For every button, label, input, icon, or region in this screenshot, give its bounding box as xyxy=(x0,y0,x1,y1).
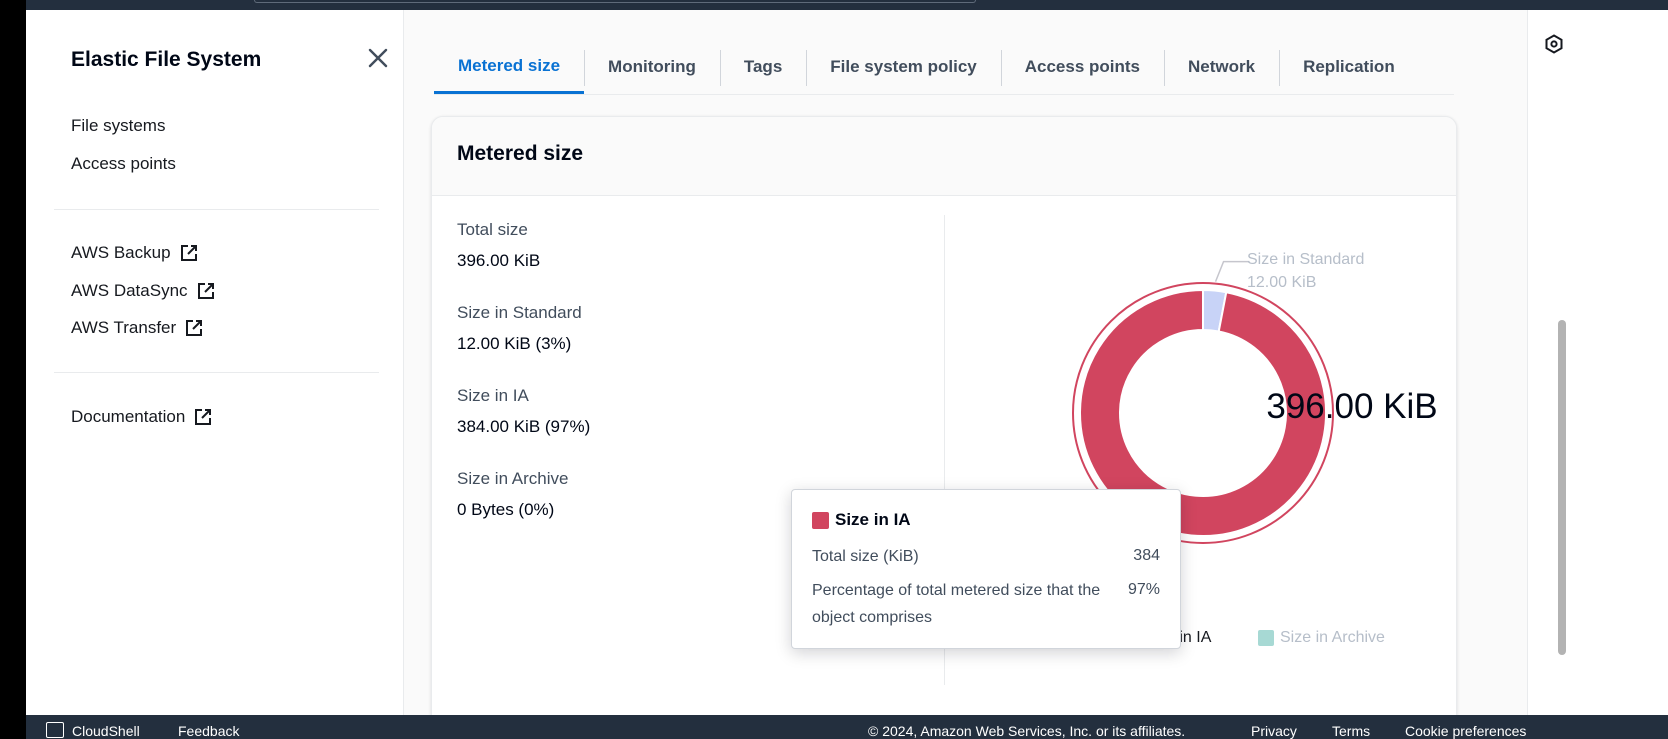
sidebar-item-file-systems[interactable]: File systems xyxy=(71,116,165,136)
sidebar-divider xyxy=(54,372,379,373)
tooltip-row-label: Percentage of total metered size that th… xyxy=(812,582,1101,626)
tooltip-row-value: 97% xyxy=(1127,581,1160,598)
tools-rail xyxy=(1527,10,1668,715)
tab-replication[interactable]: Replication xyxy=(1279,40,1419,94)
external-link-icon xyxy=(195,409,212,425)
tooltip-title-text: Size in IA xyxy=(835,510,911,529)
sidebar-item-access-points[interactable]: Access points xyxy=(71,154,176,174)
sidebar-item-aws-transfer[interactable]: AWS Transfer xyxy=(71,318,204,338)
copyright-text: © 2024, Amazon Web Services, Inc. or its… xyxy=(868,723,1186,739)
search-box-edge[interactable] xyxy=(254,0,976,3)
hexagon-icon[interactable] xyxy=(1544,34,1564,54)
legend-label: Size in Archive xyxy=(1280,629,1385,646)
feedback-link[interactable]: Feedback xyxy=(178,723,239,739)
privacy-link[interactable]: Privacy xyxy=(1251,723,1297,739)
tooltip-title: Size in IA xyxy=(812,510,911,530)
console-app: Elastic File System File systems Access … xyxy=(26,10,1668,715)
cloudshell-link[interactable]: CloudShell xyxy=(72,723,140,739)
top-navigation-bar xyxy=(26,0,1668,10)
tooltip-row-value: 384 xyxy=(1133,547,1160,564)
legend-item-archive[interactable]: Size in Archive xyxy=(1258,629,1385,647)
chart-tooltip: Size in IA Total size (KiB) 384 Percenta… xyxy=(791,489,1181,649)
donut-center-total: 396.00 KiB xyxy=(1266,387,1438,426)
sidebar-item-documentation[interactable]: Documentation xyxy=(71,407,213,427)
sidebar-item-aws-datasync[interactable]: AWS DataSync xyxy=(71,281,216,301)
callout-standard-name: Size in Standard xyxy=(1247,251,1365,268)
sidebar-item-aws-backup[interactable]: AWS Backup xyxy=(71,243,199,263)
main-content: Metered size Monitoring Tags File system… xyxy=(404,10,1527,715)
tab-bar: Metered size Monitoring Tags File system… xyxy=(434,40,1454,95)
tab-file-system-policy[interactable]: File system policy xyxy=(806,40,1000,94)
tab-tags[interactable]: Tags xyxy=(719,40,806,94)
sidebar-item-label: AWS Backup xyxy=(71,243,171,262)
close-icon[interactable] xyxy=(364,44,392,72)
sidebar-item-label: Documentation xyxy=(71,407,186,426)
cloudshell-icon[interactable] xyxy=(46,722,64,738)
sidebar-divider xyxy=(54,209,379,210)
tab-metered-size[interactable]: Metered size xyxy=(434,40,585,94)
terms-link[interactable]: Terms xyxy=(1332,723,1370,739)
callout-standard-value: 12.00 KiB xyxy=(1247,274,1317,291)
footer-bar: CloudShell Feedback © 2024, Amazon Web S… xyxy=(26,715,1668,739)
tooltip-swatch xyxy=(812,511,829,529)
external-link-icon xyxy=(180,245,197,261)
tab-network[interactable]: Network xyxy=(1164,40,1279,94)
external-link-icon xyxy=(186,320,203,336)
sidebar-title: Elastic File System xyxy=(71,48,262,71)
sidebar-item-label: AWS DataSync xyxy=(71,281,188,300)
tab-monitoring[interactable]: Monitoring xyxy=(584,40,720,94)
tab-access-points[interactable]: Access points xyxy=(1000,40,1164,94)
page-scrollbar[interactable] xyxy=(1558,320,1566,655)
legend-swatch xyxy=(1258,630,1274,646)
callout-leader-line xyxy=(1214,260,1250,282)
tooltip-row-label: Total size (KiB) xyxy=(812,548,919,565)
cookie-preferences-link[interactable]: Cookie preferences xyxy=(1405,723,1526,739)
external-link-icon xyxy=(197,283,214,299)
sidebar-item-label: AWS Transfer xyxy=(71,318,177,337)
side-navigation: Elastic File System File systems Access … xyxy=(26,10,404,715)
metered-size-panel: Metered size Total size 396.00 KiB Size … xyxy=(431,116,1457,715)
